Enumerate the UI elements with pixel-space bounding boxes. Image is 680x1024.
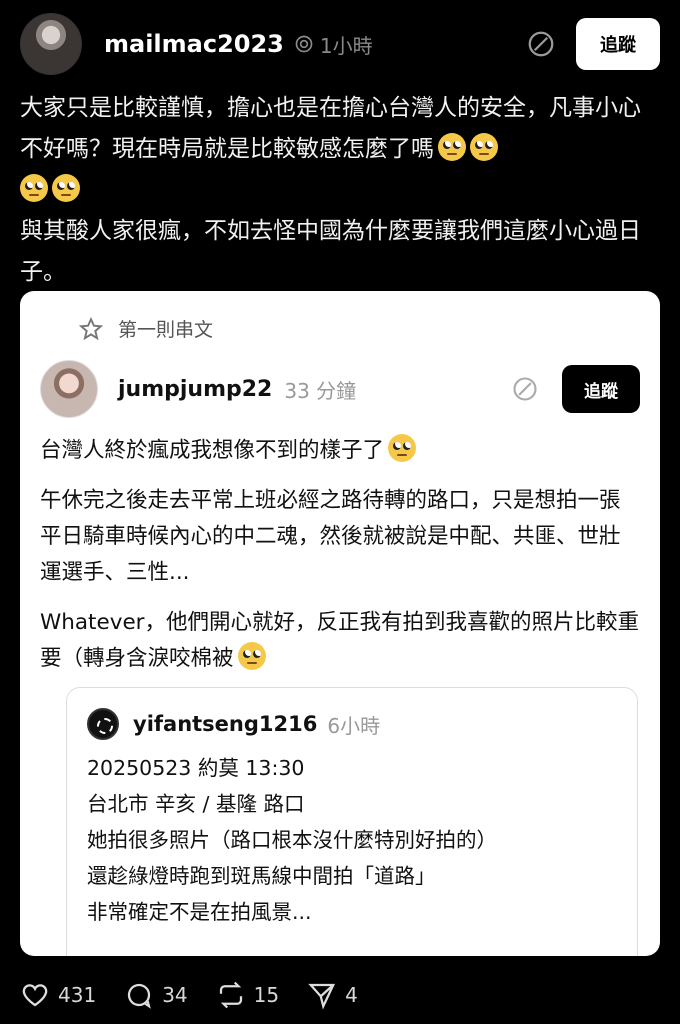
disabled-icon[interactable]: [524, 27, 558, 61]
post-paragraph: 大家只是比較謹慎，擔心也是在擔心台灣人的安全，凡事小心不好嗎？現在時局就是比較敏…: [20, 88, 658, 211]
post-paragraph: 與其酸人家很瘋，不如去怪中國為什麼要讓我們這麼小心過日子。: [20, 218, 641, 285]
rolling-eyes-icon: [470, 133, 498, 161]
like-count: 431: [58, 983, 97, 1007]
send-icon: [308, 983, 336, 1010]
nested-line: 台北市 辛亥 / 基隆 路口: [87, 792, 305, 816]
post-time: 1小時: [319, 33, 373, 58]
rolling-eyes-icon: [52, 174, 80, 202]
nested-body: 20250523 約莫 13:30 台北市 辛亥 / 基隆 路口 她拍很多照片（…: [87, 750, 621, 930]
post-header: mailmac2023 1小時 追蹤: [20, 12, 660, 76]
action-bar: 431 34 15 4: [20, 976, 386, 1014]
post-body: 大家只是比較謹慎，擔心也是在擔心台灣人的安全，凡事小心不好嗎？現在時局就是比較敏…: [20, 88, 658, 293]
follow-button[interactable]: 追蹤: [576, 18, 660, 70]
avatar[interactable]: [20, 13, 82, 75]
share-count: 4: [345, 983, 358, 1007]
heart-icon: [22, 984, 48, 1007]
first-thread-label: 第一則串文: [78, 315, 213, 342]
quoted-paragraph: 台灣人終於瘋成我想像不到的樣子了: [40, 433, 640, 469]
nested-line: 20250523 約莫 13:30: [87, 756, 305, 780]
quoted-thread-card[interactable]: 第一則串文 jumpjump22 33 分鐘 追蹤 台灣人終於瘋成我想像不到的樣…: [20, 291, 660, 956]
nested-header: yifantseng1216 6小時: [87, 708, 380, 740]
crying-smile-icon: [237, 642, 266, 670]
rolling-eyes-icon: [20, 174, 48, 202]
quoted-paragraph: Whatever，他們開心就好，反正我有拍到我喜歡的照片比較重要（轉身含淚咬棉被: [40, 610, 640, 671]
star-icon: [78, 316, 104, 340]
post-meta: 1小時: [294, 30, 373, 59]
nested-quote-card[interactable]: yifantseng1216 6小時 20250523 約莫 13:30 台北市…: [66, 687, 638, 956]
like-button[interactable]: 431: [20, 980, 96, 1010]
repost-count: 15: [253, 983, 280, 1007]
nested-line: 她拍很多照片（路口根本沒什麼特別好拍的）: [87, 828, 497, 852]
nested-line: 非常確定不是在拍風景...: [87, 900, 312, 924]
comment-button[interactable]: 34: [124, 980, 188, 1010]
threads-icon: [295, 35, 313, 53]
quoted-time: 33 分鐘: [284, 378, 357, 403]
comment-count: 34: [162, 983, 188, 1007]
share-button[interactable]: 4: [307, 980, 358, 1010]
quoted-paragraph: 午休完之後走去平常上班必經之路待轉的路口，只是想拍一張平日騎車時候內心的中二魂，…: [40, 488, 621, 585]
quoted-follow-button[interactable]: 追蹤: [562, 365, 640, 413]
post-username[interactable]: mailmac2023: [104, 30, 284, 58]
rolling-eyes-icon: [438, 133, 466, 161]
quoted-username[interactable]: jumpjump22: [118, 377, 272, 402]
avatar[interactable]: [87, 708, 119, 740]
quoted-header: jumpjump22 33 分鐘 追蹤: [40, 359, 640, 419]
rolling-eyes-icon: [388, 434, 417, 462]
disabled-icon[interactable]: [508, 372, 542, 406]
nested-username[interactable]: yifantseng1216: [133, 712, 317, 736]
nested-time: 6小時: [327, 713, 381, 738]
repost-icon: [219, 981, 242, 1009]
comment-icon: [128, 983, 151, 1009]
nested-line: 還趁綠燈時跑到斑馬線中間拍「道路」: [87, 864, 436, 888]
quoted-body: 台灣人終於瘋成我想像不到的樣子了 午休完之後走去平常上班必經之路待轉的路口，只是…: [40, 433, 640, 691]
repost-button[interactable]: 15: [216, 980, 279, 1010]
avatar[interactable]: [40, 360, 98, 418]
